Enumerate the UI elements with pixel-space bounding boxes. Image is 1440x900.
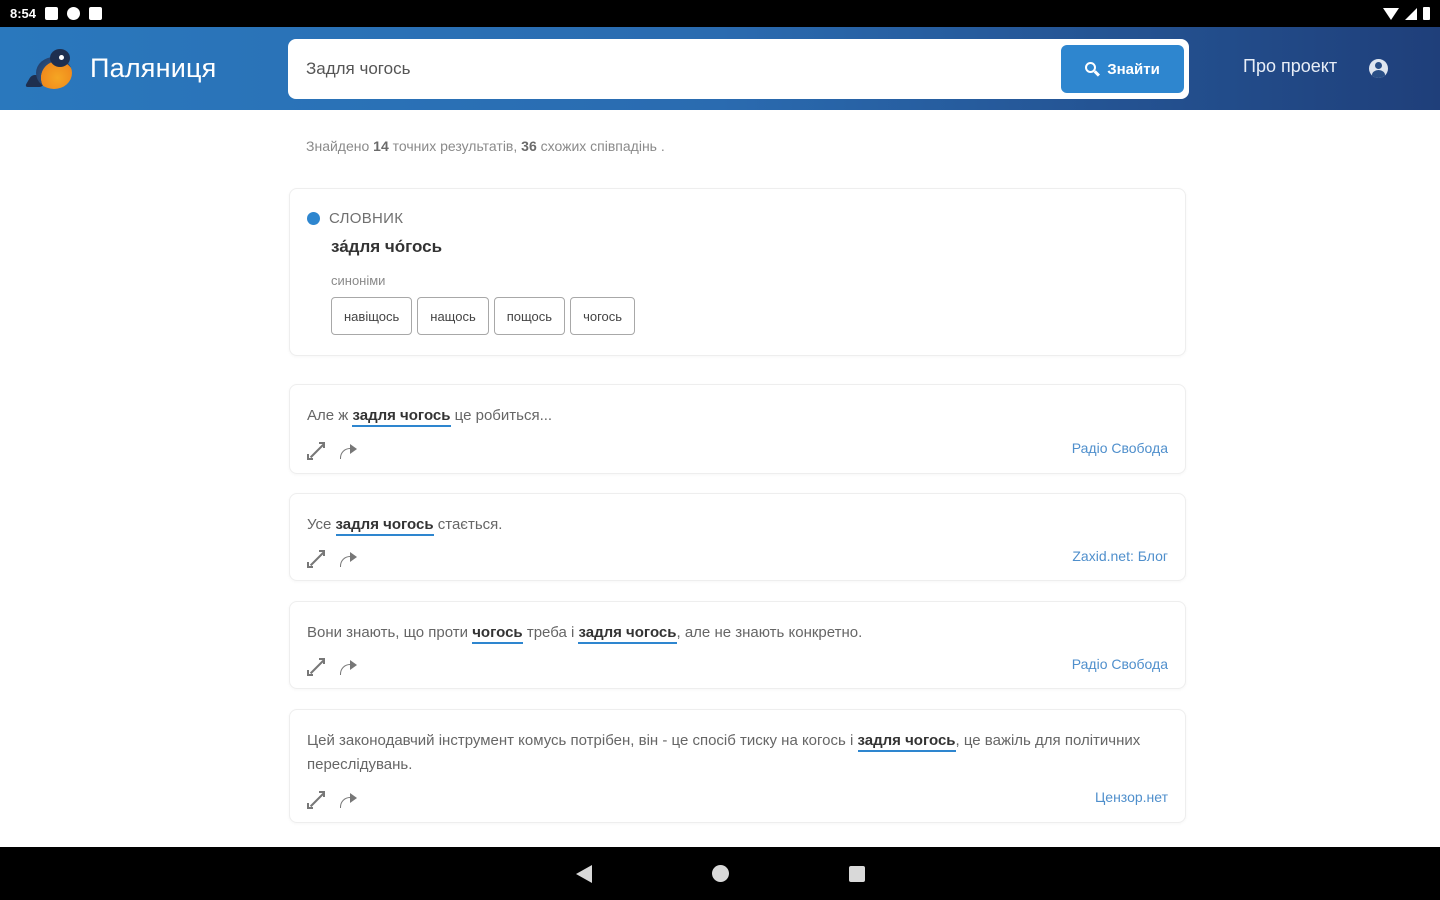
example-text: Вони знають, що проти чогось треба і зад… — [307, 621, 862, 645]
example-text: Цей законодавчий інструмент комусь потрі… — [307, 732, 1141, 773]
source-link[interactable]: Цензор.нет — [1095, 789, 1168, 805]
synonyms-label: синоніми — [331, 273, 386, 288]
navigation-bar — [0, 847, 1440, 900]
search-button-label: Знайти — [1107, 60, 1160, 78]
expand-icon[interactable] — [307, 550, 325, 568]
expand-icon[interactable] — [307, 791, 325, 809]
brand-home-link[interactable]: Паляниця — [24, 45, 288, 93]
example-card: Усе задля чогось стається. Zaxid.net: Бл… — [289, 493, 1186, 581]
synonym-chip[interactable]: навіщось — [331, 297, 413, 335]
search-input[interactable] — [306, 59, 1061, 79]
example-text: Але ж задля чогось це робиться... — [307, 404, 552, 428]
search-button[interactable]: Знайти — [1061, 45, 1184, 93]
app-header: Паляниця Знайти Про проект — [0, 27, 1440, 110]
app-name: Паляниця — [90, 53, 217, 83]
example-card: Але ж задля чогось це робиться... Радіо … — [289, 384, 1186, 474]
dictionary-card: СЛОВНИК за́для чо́гось синоніми навіщось… — [289, 188, 1186, 356]
bird-logo-icon — [24, 45, 78, 93]
share-icon[interactable] — [339, 658, 357, 676]
search-bar: Знайти — [288, 39, 1189, 99]
synonym-chip[interactable]: нащось — [417, 297, 489, 335]
status-bar: 8:54 — [0, 0, 1440, 27]
back-icon[interactable] — [575, 864, 592, 883]
source-link[interactable]: Zaxid.net: Блог — [1072, 548, 1168, 564]
clock: 8:54 — [10, 6, 37, 21]
synonym-chip[interactable]: чогось — [570, 297, 636, 335]
highlighted-phrase: задля чогось — [352, 407, 451, 427]
search-icon — [1085, 62, 1101, 77]
notification-icon — [45, 7, 59, 20]
dictionary-dot-icon — [307, 212, 320, 225]
example-card: Вони знають, що проти чогось треба і зад… — [289, 601, 1186, 689]
share-icon[interactable] — [339, 550, 357, 568]
source-link[interactable]: Радіо Свобода — [1072, 440, 1168, 456]
highlighted-phrase: задля чогось — [335, 516, 434, 536]
similar-count: 36 — [521, 138, 537, 154]
share-icon[interactable] — [339, 442, 357, 460]
about-project-link[interactable]: Про проект — [1243, 56, 1337, 77]
account-icon[interactable] — [1369, 59, 1388, 78]
home-icon[interactable] — [711, 865, 729, 882]
highlighted-phrase: задля чогось — [857, 732, 956, 752]
recent-apps-icon[interactable] — [848, 865, 865, 882]
highlighted-phrase: чогось — [472, 624, 523, 644]
share-icon[interactable] — [339, 791, 357, 809]
source-link[interactable]: Радіо Свобода — [1072, 656, 1168, 672]
battery-icon — [1423, 7, 1430, 20]
dictionary-tag: СЛОВНИК — [307, 210, 403, 227]
wifi-icon — [1383, 7, 1399, 20]
synonym-chips: навіщось нащось пощось чогось — [331, 297, 636, 335]
expand-icon[interactable] — [307, 442, 325, 460]
signal-icon — [1405, 7, 1417, 20]
highlighted-phrase: задля чогось — [578, 624, 677, 644]
example-text: Усе задля чогось стається. — [307, 513, 502, 537]
exact-count: 14 — [373, 138, 389, 154]
sd-card-icon — [89, 7, 103, 20]
results-summary: Знайдено 14 точних результатів, 36 схожи… — [306, 138, 665, 154]
app-notification-icon — [67, 7, 81, 20]
headword: за́для чо́гось — [331, 237, 443, 256]
example-card: Цей законодавчий інструмент комусь потрі… — [289, 709, 1186, 823]
synonym-chip[interactable]: пощось — [493, 297, 566, 335]
expand-icon[interactable] — [307, 658, 325, 676]
